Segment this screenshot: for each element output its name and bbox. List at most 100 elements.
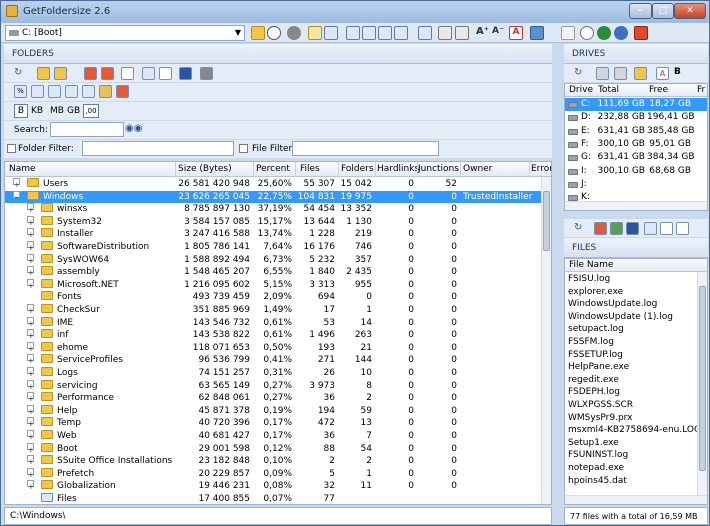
list-item[interactable]: regedit.exe [568,374,619,387]
expand-icon[interactable]: + [27,354,34,365]
table-row[interactable]: +Web40 681 4270,17%367000 [5,430,551,443]
expand-icon[interactable]: + [27,316,34,328]
power-exit-icon[interactable] [634,26,648,40]
save-icon[interactable] [179,67,192,80]
table-row[interactable]: +ServiceProfiles96 536 7990,41%271144000 [5,354,551,367]
grid-icon[interactable] [142,67,155,80]
list-item[interactable]: Setup1.exe [568,437,619,450]
table-row[interactable]: +Globalization19 446 2310,08%3211000 [5,480,551,493]
table-row[interactable]: Fonts493 739 4592,09%6940000 [5,291,551,304]
list-item[interactable]: FSSFM.log [568,336,614,349]
table-row[interactable]: + Users 26 581 420 948 25,60% 55 307 15 042 0 5… [5,178,551,191]
file-filter-checkbox[interactable] [239,144,248,153]
list-item[interactable]: FSDEPH.log [568,386,620,399]
list-icon[interactable] [644,222,657,235]
expand-icon[interactable]: + [27,228,34,239]
unit-kb-button[interactable]: KB [31,106,43,116]
drive-row[interactable]: D: 232,88 GB 196,41 GB [565,111,707,124]
expand-icon[interactable]: + [27,304,34,315]
blank-page-icon[interactable] [121,67,134,80]
table-row[interactable]: +SysWOW641 588 892 4946,73%5 232357000 [5,253,551,267]
folder-filter-checkbox[interactable] [7,144,16,153]
expand-icon[interactable]: + [27,266,34,277]
refresh-web-icon[interactable] [614,26,628,40]
drive-row[interactable]: F: 300,10 GB 95,01 GB [565,138,707,151]
column-header-files[interactable]: Files [300,164,320,174]
export-icon[interactable] [159,67,172,80]
expand-icon[interactable]: + [13,178,20,189]
printer-icon[interactable] [200,67,213,80]
column-header-owner[interactable]: Owner [463,164,492,174]
unit-bytes-button[interactable]: B [14,104,28,118]
column-header-name[interactable]: Name [9,164,36,174]
list-item[interactable]: HelpPane.exe [568,361,629,374]
junction-icon[interactable] [82,85,95,98]
globe-icon[interactable] [597,26,611,40]
expand-icon[interactable]: + [27,467,34,479]
copy-icon[interactable] [418,26,432,40]
table-row[interactable]: +assembly1 548 465 2076,55%1 8402 435000 [5,266,551,279]
drive-row[interactable]: J: [565,178,707,191]
scroll-thumb[interactable] [543,191,550,251]
maximize-button[interactable]: □ [652,3,674,19]
table-row[interactable]: + SoftwareDistribution 1 805 786 141 7,64% 1… [5,241,551,254]
minimize-button[interactable]: – [629,3,652,19]
expand-icon[interactable]: + [27,341,34,353]
column-header-folders[interactable]: Folders [341,164,374,174]
percent-icon[interactable]: % [14,85,27,98]
table-row[interactable]: +Installer3 247 416 58813,74%1 228219000 [5,228,551,241]
table-row[interactable]: +Performance62 848 0610,27%362000 [5,392,551,405]
owner-icon[interactable] [99,85,112,98]
list-view-icon[interactable] [324,26,338,40]
files-scrollbar[interactable] [697,272,707,496]
files-scroll-thumb[interactable] [699,286,706,471]
details-view-icon[interactable] [346,26,360,40]
print-icon[interactable] [455,26,469,40]
column-header-percent[interactable]: Percent [256,164,290,174]
list-item[interactable]: WindowsUpdate (1).log [568,311,673,324]
unit-gb-button[interactable]: GB [67,106,80,116]
refresh-icon[interactable]: ↻ [574,67,587,80]
decimals-button[interactable]: ,00 [83,104,99,118]
error-icon[interactable] [116,85,129,98]
expand-icon[interactable]: + [27,215,34,227]
close-button[interactable]: ✕ [674,3,706,19]
table-row[interactable]: + System32 3 584 157 085 15,17% 13 644 1 130 0… [5,215,551,229]
delete-file-icon[interactable] [594,222,607,235]
table-row[interactable]: +Logs74 151 2570,31%2610000 [5,367,551,380]
expand-icon[interactable]: + [27,455,34,466]
list-item[interactable]: WMSysPr9.prx [568,412,632,425]
tree-view-icon[interactable] [362,26,376,40]
drive-info-icon[interactable] [614,67,627,80]
open-folder-icon[interactable] [37,67,50,80]
chart-view-icon[interactable] [308,26,322,40]
column-header-junctions[interactable]: Junctions [418,164,459,174]
table-row[interactable]: + Microsoft.NET 1 216 095 602 5,15% 3 313 955… [5,278,551,292]
drives-header-free[interactable]: Free [649,85,668,95]
list-item[interactable]: FSSETUP.log [568,349,623,362]
list-item[interactable]: msxml4-KB2758694-enu.LOG [568,424,701,437]
font-smaller-icon[interactable]: A⁻ [492,26,506,40]
expand-icon[interactable]: + [27,442,34,454]
list-item[interactable]: WLXPGSS.SCR [568,399,633,412]
expand-icon[interactable]: + [27,417,34,428]
list-item[interactable]: hpoins45.dat [568,475,627,488]
files-icon[interactable] [31,85,44,98]
drives-header-total[interactable]: Total [598,85,619,95]
expand-icon[interactable]: + [27,203,34,214]
expand-icon[interactable]: + [27,278,34,290]
drive-row[interactable]: G: 631,41 GB 384,34 GB [565,151,707,164]
stop-icon[interactable] [287,26,301,40]
bold-icon[interactable]: B [674,67,687,80]
drives-header-drive[interactable]: Drive [569,85,593,95]
preview-icon[interactable] [676,222,689,235]
settings-icon[interactable] [438,26,452,40]
network-drive-icon[interactable] [596,67,609,80]
expand-all-icon[interactable] [378,26,392,40]
font-larger-icon[interactable]: A⁺ [476,26,490,40]
drive-row[interactable]: I: 300,10 GB 68,68 GB [565,165,707,178]
monitor-icon[interactable] [530,26,544,40]
list-item[interactable]: setupact.log [568,323,624,336]
folder-table-scrollbar[interactable] [541,177,551,504]
expand-icon[interactable]: + [27,430,34,441]
